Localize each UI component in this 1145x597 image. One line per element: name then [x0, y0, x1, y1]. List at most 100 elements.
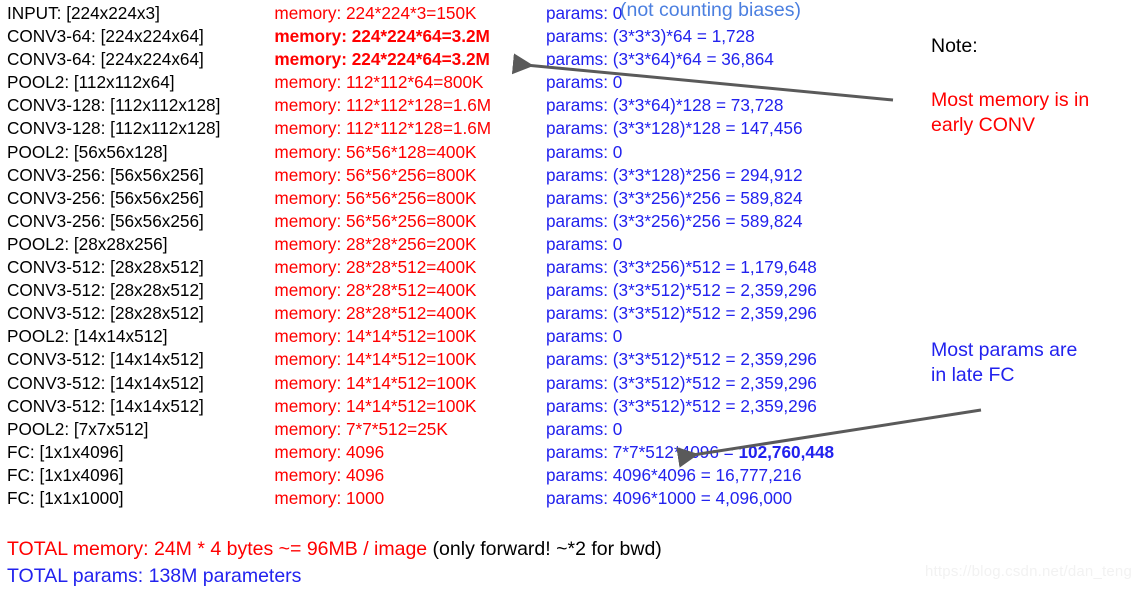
- total-memory-caveat: (only forward! ~*2 for bwd): [427, 538, 662, 560]
- most-memory-early-conv-note: Most memory is in early CONV: [931, 89, 1090, 136]
- layer-row: FC: [1x1x4096] memory: 4096 params: 7*7*51…: [7, 441, 907, 464]
- layer-params-cell: params: 7*7*512*4096 = 102,760,448: [546, 441, 907, 464]
- layer-params-cell: params: (3*3*64)*128 = 73,728: [545, 95, 784, 116]
- layer-name-cell: POOL2: [7x7x512]: [7, 418, 149, 439]
- layer-memory-cell: memory: 4096: [274, 441, 385, 462]
- layer-params-cell: params: 4096*1000 = 4,096,000: [545, 487, 793, 508]
- layer-memory-cell: memory: 14*14*512=100K: [274, 349, 477, 370]
- layer-memory-cell: memory: 4096: [274, 464, 385, 485]
- layer-name-cell: CONV3-128: [112x112x128]: [7, 118, 221, 139]
- layer-params-cell: params: (3*3*512)*512 = 2,359,296: [545, 372, 817, 393]
- layer-params-cell: params: 4096*4096 = 16,777,216: [545, 464, 802, 485]
- layer-name-cell: POOL2: [14x14x512]: [7, 326, 168, 347]
- layer-memory-cell: memory: 14*14*512=100K: [274, 326, 477, 347]
- total-memory-text: TOTAL memory: 24M * 4 bytes ~= 96MB / im…: [7, 538, 428, 560]
- totals-block: TOTAL memory: 24M * 4 bytes ~= 96MB / im…: [7, 536, 662, 590]
- layer-name-cell: CONV3-64: [224x224x64]: [7, 49, 204, 70]
- layer-name-cell: FC: [1x1x4096]: [7, 441, 124, 462]
- layer-params-cell: params: 0: [545, 72, 623, 93]
- layer-row: FC: [1x1x1000] memory: 1000 params: 4096*1…: [7, 487, 907, 510]
- layer-row: CONV3-128: [112x112x128] memory: 112*112*…: [7, 94, 907, 117]
- layer-memory-cell: memory: 7*7*512=25K: [274, 418, 448, 439]
- layer-row: CONV3-256: [56x56x256] memory: 56*56*256=…: [7, 187, 907, 210]
- layer-memory-cell: memory: 28*28*512=400K: [274, 303, 477, 324]
- layer-params-highlight: 102,760,448: [738, 441, 835, 462]
- not-counting-biases-note: (not counting biases): [620, 0, 802, 21]
- layer-params-cell: params: 0: [545, 141, 623, 162]
- layer-name-cell: CONV3-256: [56x56x256]: [7, 164, 204, 185]
- layer-name-cell: FC: [1x1x1000]: [7, 487, 124, 508]
- layer-row: CONV3-512: [28x28x512] memory: 28*28*512=…: [7, 256, 907, 279]
- layer-memory-cell: memory: 56*56*128=400K: [274, 141, 477, 162]
- layer-row: CONV3-512: [28x28x512] memory: 28*28*512=…: [7, 302, 907, 325]
- most-params-late-fc-note: Most params are in late FC: [931, 339, 1078, 386]
- layer-row: CONV3-128: [112x112x128] memory: 112*112*…: [7, 117, 907, 140]
- layer-params-cell: params: (3*3*3)*64 = 1,728: [545, 26, 755, 47]
- layer-memory-cell: memory: 28*28*256=200K: [274, 233, 477, 254]
- vgg-memory-params-slide: INPUT: [224x224x3] memory: 224*224*3=150K…: [0, 0, 1145, 597]
- layer-name-cell: CONV3-512: [28x28x512]: [7, 303, 204, 324]
- layer-memory-cell: memory: 224*224*64=3.2M: [274, 26, 490, 47]
- layer-params-cell: params: (3*3*512)*512 = 2,359,296: [545, 395, 817, 416]
- layer-name-cell: CONV3-512: [14x14x512]: [7, 395, 204, 416]
- layer-name-cell: CONV3-256: [56x56x256]: [7, 187, 204, 208]
- layer-row: POOL2: [56x56x128] memory: 56*56*128=400K…: [7, 141, 907, 164]
- layer-row: POOL2: [7x7x512] memory: 7*7*512=25K param…: [7, 418, 907, 441]
- total-params-text: TOTAL params: 138M parameters: [7, 565, 302, 587]
- layer-name-cell: CONV3-64: [224x224x64]: [7, 26, 204, 47]
- layer-name-cell: CONV3-512: [14x14x512]: [7, 372, 204, 393]
- layer-row: CONV3-64: [224x224x64] memory: 224*224*64…: [7, 25, 907, 48]
- layer-row: POOL2: [112x112x64] memory: 112*112*64=80…: [7, 71, 907, 94]
- layer-name-cell: CONV3-512: [14x14x512]: [7, 349, 204, 370]
- layer-name-cell: POOL2: [112x112x64]: [7, 72, 175, 93]
- layer-memory-cell: memory: 112*112*64=800K: [274, 72, 484, 93]
- layer-row: CONV3-512: [14x14x512] memory: 14*14*512=…: [7, 372, 907, 395]
- layer-row: POOL2: [14x14x512] memory: 14*14*512=100K…: [7, 325, 907, 348]
- layer-row: CONV3-512: [14x14x512] memory: 14*14*512=…: [7, 348, 907, 371]
- layer-params-cell: params: 0: [545, 418, 623, 439]
- layer-name-cell: INPUT: [224x224x3]: [7, 3, 160, 23]
- layer-params-cell: params: (3*3*128)*128 = 147,456: [545, 118, 803, 139]
- layer-row: CONV3-512: [14x14x512] memory: 14*14*512=…: [7, 395, 907, 418]
- layer-row: CONV3-256: [56x56x256] memory: 56*56*256=…: [7, 210, 907, 233]
- layer-name-cell: POOL2: [56x56x128]: [7, 141, 168, 162]
- layer-params-cell: params: 0: [545, 326, 623, 347]
- layer-name-cell: POOL2: [28x28x256]: [7, 233, 168, 254]
- layer-name-cell: CONV3-512: [28x28x512]: [7, 280, 204, 301]
- layer-memory-cell: memory: 56*56*256=800K: [274, 164, 477, 185]
- note-label: Note:: [931, 35, 978, 57]
- layer-params-cell: params: 0: [545, 233, 623, 254]
- layer-memory-cell: memory: 56*56*256=800K: [274, 210, 477, 231]
- layer-params-cell: params: (3*3*256)*256 = 589,824: [545, 210, 803, 231]
- layer-name-cell: CONV3-512: [28x28x512]: [7, 257, 204, 278]
- layer-memory-cell: memory: 14*14*512=100K: [274, 395, 477, 416]
- layer-breakdown-table: INPUT: [224x224x3] memory: 224*224*3=150K…: [7, 2, 907, 510]
- layer-memory-cell: memory: 1000: [274, 487, 385, 508]
- layer-memory-cell: memory: 14*14*512=100K: [274, 372, 477, 393]
- total-memory-line: TOTAL memory: 24M * 4 bytes ~= 96MB / im…: [7, 536, 662, 563]
- layer-row: FC: [1x1x4096] memory: 4096 params: 4096*4…: [7, 464, 907, 487]
- layer-memory-cell: memory: 56*56*256=800K: [274, 187, 477, 208]
- layer-name-cell: CONV3-256: [56x56x256]: [7, 210, 204, 231]
- layer-row: CONV3-512: [28x28x512] memory: 28*28*512=…: [7, 279, 907, 302]
- layer-memory-cell: memory: 224*224*3=150K: [274, 3, 477, 23]
- layer-params-cell: params: (3*3*128)*256 = 294,912: [545, 164, 803, 185]
- layer-memory-cell: memory: 112*112*128=1.6M: [274, 95, 492, 116]
- layer-params-cell: params: (3*3*512)*512 = 2,359,296: [545, 303, 817, 324]
- layer-memory-cell: memory: 28*28*512=400K: [274, 280, 477, 301]
- layer-row: CONV3-64: [224x224x64] memory: 224*224*64…: [7, 48, 907, 71]
- layer-params-cell: params: (3*3*512)*512 = 2,359,296: [545, 349, 817, 370]
- watermark-url: https://blog.csdn.net/dan_teng: [925, 563, 1132, 580]
- layer-memory-cell: memory: 28*28*512=400K: [274, 257, 477, 278]
- layer-params-cell: params: (3*3*256)*256 = 589,824: [545, 187, 803, 208]
- layer-params-text: params: 7*7*512*4096 =: [545, 441, 739, 462]
- layer-row: CONV3-256: [56x56x256] memory: 56*56*256=…: [7, 164, 907, 187]
- layer-name-cell: CONV3-128: [112x112x128]: [7, 95, 221, 116]
- layer-memory-cell: memory: 224*224*64=3.2M: [274, 49, 490, 70]
- layer-row: POOL2: [28x28x256] memory: 28*28*256=200K…: [7, 233, 907, 256]
- layer-name-cell: FC: [1x1x4096]: [7, 464, 124, 485]
- total-params-line: TOTAL params: 138M parameters: [7, 563, 662, 590]
- layer-memory-cell: memory: 112*112*128=1.6M: [274, 118, 492, 139]
- layer-params-cell: params: (3*3*64)*64 = 36,864: [545, 49, 774, 70]
- layer-params-cell: params: (3*3*512)*512 = 2,359,296: [545, 280, 817, 301]
